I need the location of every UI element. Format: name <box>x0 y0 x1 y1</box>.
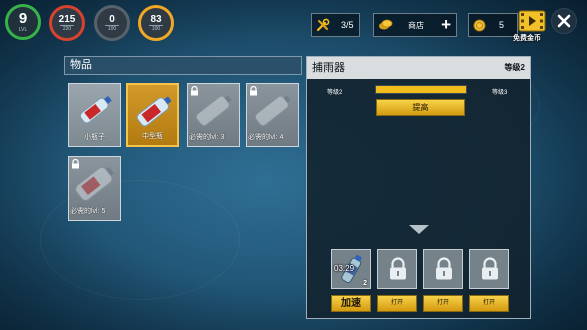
close-icon <box>557 14 571 28</box>
progress-from-level: 等级2 <box>327 90 343 96</box>
item-medium-bottle[interactable]: 中型瓶 <box>126 83 179 147</box>
level-value: 9 <box>18 9 28 27</box>
upgrade-progress-bar <box>375 85 467 94</box>
arrow-down-icon <box>409 225 429 234</box>
small-bottle-icon <box>79 95 112 124</box>
bottle-icon <box>254 95 291 127</box>
lock-icon <box>482 257 498 280</box>
item-requirement: 必需的lvl: 4 <box>248 134 284 141</box>
shop-plus-icon: + <box>441 15 451 34</box>
slot-count: 2 <box>363 280 367 287</box>
coins-counter[interactable]: 5 <box>468 13 518 37</box>
open-slot-button[interactable]: 打开 <box>377 295 417 312</box>
water-stat[interactable]: 0 100 <box>94 5 130 41</box>
items-panel-title: 物品 <box>64 56 302 75</box>
item-small-bottle[interactable]: 小瓶子 <box>68 83 121 147</box>
shop-label: 商店 <box>408 20 424 30</box>
health-stat[interactable]: 215 220 <box>49 5 85 41</box>
shop-button[interactable]: 商店 + <box>373 13 457 37</box>
close-button[interactable] <box>551 8 577 34</box>
slot-timer: 03:29 <box>334 264 355 273</box>
catcher-level: 等级2 <box>504 63 525 72</box>
rain-catcher-panel: 捕雨器 等级2 等级2 等级3 提高 03:29 2 加速 打开 打开 打开 <box>306 56 531 319</box>
item-locked-lvl3[interactable]: 必需的lvl: 3 <box>187 83 240 147</box>
lock-icon <box>436 257 452 280</box>
shop-coins-icon <box>379 19 393 30</box>
health-max: 220 <box>59 24 75 33</box>
upgrade-progress-fill <box>376 86 466 93</box>
large-bottle-icon <box>75 166 115 201</box>
free-coins-label: 免费金币 <box>513 35 541 42</box>
water-max: 100 <box>104 24 120 33</box>
catcher-slot-locked[interactable] <box>469 249 509 289</box>
lock-icon <box>390 257 406 280</box>
catcher-title: 捕雨器 <box>312 62 345 74</box>
coins-value: 5 <box>499 20 505 30</box>
catcher-slot-locked[interactable] <box>423 249 463 289</box>
level-label: LVL <box>18 26 28 33</box>
item-locked-lvl4[interactable]: 必需的lvl: 4 <box>246 83 299 147</box>
health-value: 215 <box>58 13 76 25</box>
catcher-title-bar: 捕雨器 等级2 <box>307 57 530 79</box>
food-max: 100 <box>148 24 164 33</box>
tools-icon <box>316 18 330 32</box>
item-requirement: 必需的lvl: 3 <box>189 134 225 141</box>
item-locked-lvl5[interactable]: 必需的lvl: 5 <box>68 156 121 221</box>
tools-count: 3/5 <box>341 20 354 30</box>
catcher-slot-active[interactable]: 03:29 2 <box>331 249 371 289</box>
free-coins-button[interactable]: 免费金币 <box>513 9 547 42</box>
open-slot-button[interactable]: 打开 <box>423 295 463 312</box>
bottle-icon <box>195 95 232 127</box>
coin-icon <box>473 19 486 31</box>
progress-to-level: 等级3 <box>492 90 508 96</box>
item-name: 中型瓶 <box>142 133 163 140</box>
catcher-slot-locked[interactable] <box>377 249 417 289</box>
upgrade-button[interactable]: 提高 <box>376 99 465 116</box>
water-value: 0 <box>109 13 115 25</box>
item-name: 小瓶子 <box>84 134 105 141</box>
food-stat[interactable]: 83 100 <box>138 5 174 41</box>
video-film-icon <box>518 10 546 32</box>
tools-counter[interactable]: 3/5 <box>311 13 360 37</box>
food-value: 83 <box>150 13 162 25</box>
medium-bottle-icon <box>136 96 172 127</box>
player-level-badge[interactable]: 9 LVL <box>5 4 41 40</box>
open-slot-button[interactable]: 打开 <box>469 295 509 312</box>
speed-up-button[interactable]: 加速 <box>331 295 371 312</box>
item-requirement: 必需的lvl: 5 <box>70 208 106 215</box>
